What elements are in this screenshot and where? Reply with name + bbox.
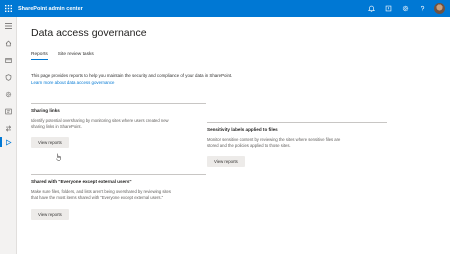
- divider: [31, 174, 206, 175]
- avatar[interactable]: [434, 3, 445, 14]
- sensitivity-labels-desc: Monitor sensitive content by reviewing t…: [207, 137, 387, 149]
- sharing-links-view-reports-button[interactable]: View reports: [31, 137, 69, 148]
- shared-eeeu-section: Shared with "Everyone except external us…: [31, 174, 206, 221]
- intro-text: This page provides reports to help you m…: [31, 73, 232, 86]
- contentservices-icon[interactable]: [0, 105, 17, 117]
- desc-line: stored and the policies applied to those…: [207, 143, 291, 148]
- top-icons: [363, 0, 450, 17]
- sensitivity-labels-title: Sensitivity labels applied to files: [207, 127, 278, 132]
- settings-icon[interactable]: [397, 0, 414, 17]
- sensitivity-labels-view-reports-button[interactable]: View reports: [207, 156, 245, 167]
- desc-line: sharing links in SharePoint.: [31, 124, 82, 129]
- app-title[interactable]: SharePoint admin center: [18, 6, 83, 12]
- bell-icon[interactable]: [363, 0, 380, 17]
- sharing-links-desc: Identify potential oversharing by monito…: [31, 118, 206, 130]
- nav-settings-icon[interactable]: [0, 88, 17, 100]
- desc-line: that have the most items shared with "Ev…: [31, 195, 164, 200]
- menu-icon[interactable]: [0, 20, 17, 32]
- page-title: Data access governance: [31, 27, 147, 39]
- shared-eeeu-view-reports-button[interactable]: View reports: [31, 209, 69, 220]
- learn-more-link[interactable]: Learn more about data access governance: [31, 80, 114, 85]
- tab-site-review-tasks[interactable]: Site review tasks: [58, 52, 94, 60]
- top-bar: SharePoint admin center: [0, 0, 450, 17]
- sites-icon[interactable]: [0, 54, 17, 66]
- mouse-pointer-icon: [56, 153, 61, 161]
- home-icon[interactable]: [0, 37, 17, 49]
- shared-eeeu-title: Shared with "Everyone except external us…: [31, 179, 132, 184]
- sharing-links-section: Sharing links Identify potential oversha…: [31, 103, 206, 149]
- tab-bar: Reports Site review tasks: [31, 52, 104, 60]
- sensitivity-labels-section: Sensitivity labels applied to files Moni…: [207, 122, 387, 168]
- waffle-icon[interactable]: [0, 0, 17, 17]
- divider: [31, 103, 206, 104]
- policies-icon[interactable]: [0, 71, 17, 83]
- tab-reports[interactable]: Reports: [31, 52, 48, 60]
- main-content: Data access governance Reports Site revi…: [17, 17, 450, 254]
- reports-icon[interactable]: [0, 136, 17, 148]
- shared-eeeu-desc: Make sure files, folders, and lists aren…: [31, 189, 206, 201]
- left-nav: [0, 17, 17, 254]
- migration-icon[interactable]: [0, 122, 17, 134]
- question-icon[interactable]: [414, 0, 431, 17]
- divider: [207, 122, 387, 123]
- sharing-links-title: Sharing links: [31, 108, 60, 113]
- help-icon[interactable]: [380, 0, 397, 17]
